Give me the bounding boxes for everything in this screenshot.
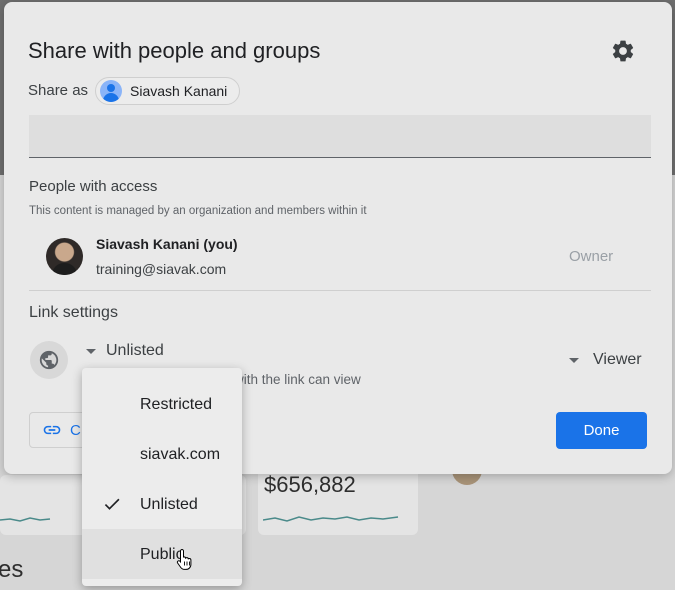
person-name: Siavash Kanani (you)	[96, 236, 238, 252]
menu-item-restricted[interactable]: Restricted	[82, 379, 242, 429]
check-icon	[104, 498, 120, 510]
section-divider	[29, 290, 651, 291]
copy-link-label: C	[70, 421, 81, 439]
general-access-description-text: with the link can view	[234, 372, 361, 387]
general-access-menu: Restricted siavak.com Unlisted Public	[82, 368, 242, 586]
sparkline-icon	[263, 516, 399, 522]
share-as-label: Share as	[28, 82, 89, 99]
menu-item-siavak-com[interactable]: siavak.com	[82, 429, 242, 479]
gear-icon[interactable]	[610, 38, 636, 64]
menu-item-label: Restricted	[140, 396, 213, 413]
background-partial-text: es	[0, 556, 24, 583]
link-icon	[43, 425, 61, 435]
people-with-access-heading: People with access	[29, 178, 158, 195]
avatar	[46, 238, 83, 275]
chevron-down-icon	[86, 348, 96, 354]
add-people-input[interactable]	[29, 115, 651, 158]
menu-item-label: Public	[140, 546, 184, 563]
person-email: training@siavak.com	[96, 261, 227, 277]
account-avatar-icon	[100, 80, 122, 102]
chevron-down-icon	[569, 357, 579, 363]
done-button[interactable]: Done	[556, 412, 647, 449]
share-as-chip[interactable]: Siavash Kanani	[95, 77, 241, 105]
link-role-select[interactable]: Viewer	[569, 351, 642, 369]
share-as-name: Siavash Kanani	[130, 83, 228, 99]
menu-item-label: Unlisted	[140, 496, 198, 513]
background-price: $656,882	[264, 472, 356, 497]
globe-icon	[39, 350, 59, 370]
organization-note: This content is managed by an organizati…	[29, 205, 367, 217]
sparkline-icon	[0, 517, 51, 522]
dialog-title: Share with people and groups	[28, 38, 321, 63]
menu-item-label: siavak.com	[140, 446, 221, 463]
globe-icon-container	[30, 341, 68, 379]
person-role: Owner	[569, 248, 614, 265]
menu-item-unlisted[interactable]: Unlisted	[82, 479, 242, 529]
general-access-select[interactable]: Unlisted	[86, 342, 164, 360]
menu-item-public[interactable]: Public	[82, 529, 242, 579]
link-role-value: Viewer	[593, 351, 642, 368]
link-settings-heading: Link settings	[29, 304, 118, 321]
general-access-value: Unlisted	[106, 342, 164, 359]
